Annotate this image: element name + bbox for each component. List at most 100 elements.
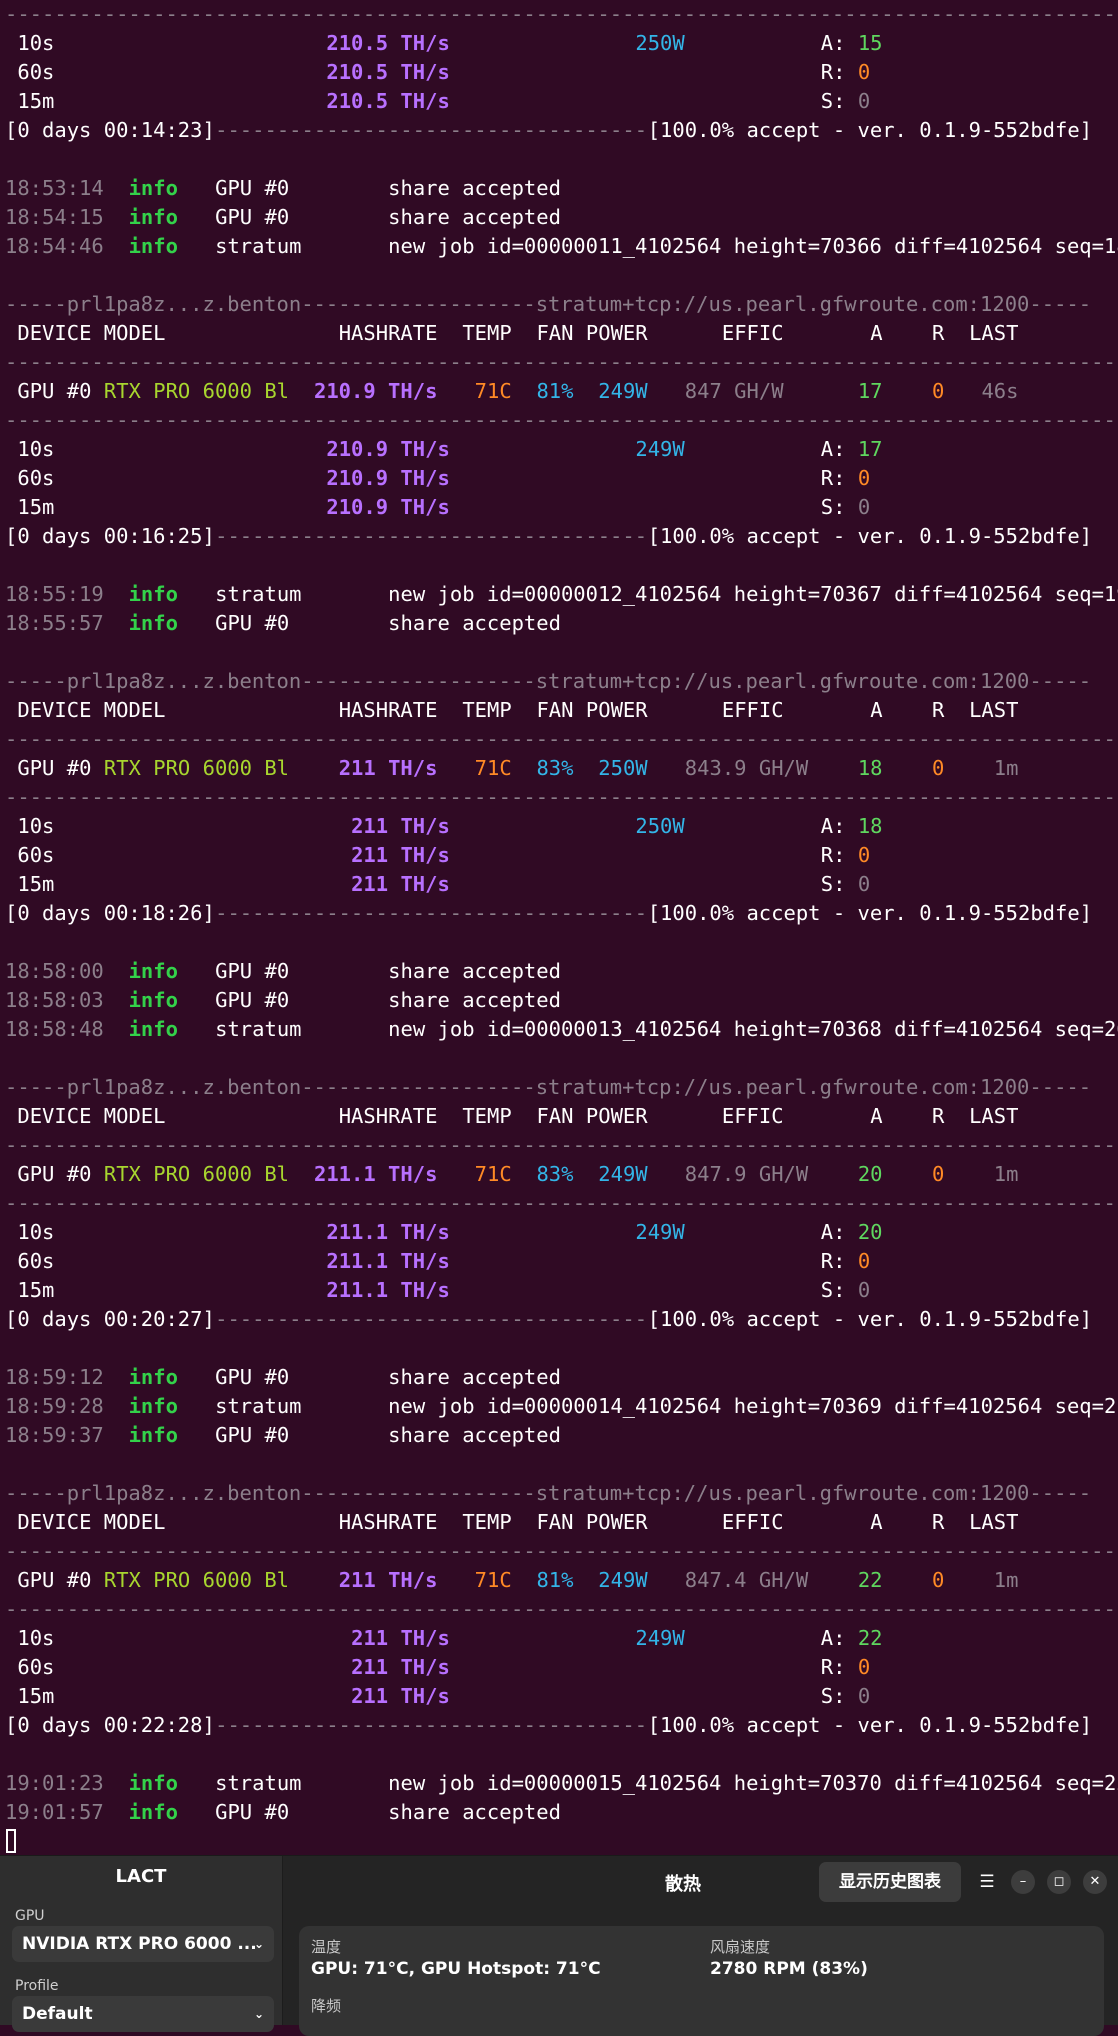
terminal-text-segment: 18:58:00 (5, 959, 104, 983)
terminal-text-segment: 843.9 GH/W (684, 756, 809, 780)
terminal-text-segment: info (128, 234, 178, 258)
profile-select[interactable]: Default ⌄ (12, 1996, 274, 2032)
terminal-text-segment: HASHRATE (338, 321, 438, 345)
terminal-text-segment: 10s (17, 814, 55, 838)
terminal-text-segment: R (932, 1104, 945, 1128)
terminal-text-segment: GPU #0 (215, 988, 290, 1012)
terminal-text-segment: 60s (17, 1249, 55, 1273)
terminal-text-segment: 249W (598, 1568, 648, 1592)
terminal-text-segment: ----------------------------------- (215, 524, 648, 548)
terminal-text-segment: -----prl1pa8z...z.benton----------------… (5, 292, 1092, 316)
terminal-text-segment: ----------------------------------------… (5, 727, 1118, 751)
terminal-text-segment: RTX PRO 6000 Bl (103, 1568, 290, 1592)
terminal-text-segment: new job id=00000013_4102564 height=70368… (388, 1017, 1118, 1041)
terminal-text-segment: EFFIC (721, 698, 784, 722)
terminal-text-segment: 18 (857, 756, 883, 780)
terminal-text-segment: POWER (585, 321, 648, 345)
terminal-text-segment: 18:58:03 (5, 988, 104, 1012)
terminal-text-segment: 0 (857, 872, 871, 896)
terminal-text-segment: GPU #0 (17, 756, 92, 780)
terminal-window[interactable]: ----------------------------------- -----… (0, 0, 1118, 1855)
terminal-text-segment: stratum (215, 1771, 302, 1795)
terminal-text-segment: [100.0% accept - ver. 0.1.9-552bdfe] (647, 901, 1093, 925)
terminal-text-segment: DEVICE MODEL (17, 1510, 166, 1534)
chevron-down-icon: ⌄ (253, 1937, 264, 1951)
terminal-text-segment: 0 (857, 1684, 871, 1708)
terminal-text-segment: 210.9 TH/s (314, 379, 438, 403)
terminal-text-segment: R: (820, 466, 858, 490)
terminal-text-segment: new job id=00000012_4102564 height=70367… (388, 582, 1118, 606)
terminal-text-segment: 250W (635, 31, 685, 55)
terminal-text-segment: 19:01:57 (5, 1800, 104, 1824)
terminal-text-segment: R: (820, 843, 858, 867)
terminal-text-segment: 249W (635, 1220, 685, 1244)
terminal-text-segment: 18:54:46 (5, 234, 104, 258)
terminal-text-segment: 0 (932, 1162, 945, 1186)
terminal-text-segment: 211 TH/s (351, 1626, 450, 1650)
terminal-text-segment: ----------------------------------------… (5, 785, 1118, 809)
terminal-text-segment: 1m (993, 1568, 1019, 1592)
terminal-text-segment: 249W (598, 379, 648, 403)
maximize-icon[interactable]: ◻ (1047, 1870, 1071, 1894)
terminal-text-segment: info (128, 988, 178, 1012)
terminal-text-segment: R (932, 698, 945, 722)
terminal-text-segment: share accepted (388, 959, 561, 983)
terminal-text-segment: 18:59:12 (5, 1365, 104, 1389)
terminal-cursor (6, 1829, 16, 1853)
minimize-icon[interactable]: – (1011, 1870, 1035, 1894)
terminal-text-segment: GPU #0 (17, 379, 92, 403)
terminal-text-segment: info (128, 959, 178, 983)
terminal-text-segment: GPU #0 (215, 1423, 290, 1447)
terminal-text-segment: TEMP (462, 1104, 512, 1128)
page-title: 散热 (665, 1874, 701, 1895)
terminal-text-segment: 210.5 TH/s (326, 89, 450, 113)
hamburger-menu-icon[interactable]: ☰ (973, 1868, 1001, 1896)
terminal-text-segment: GPU #0 (215, 205, 290, 229)
terminal-text-segment: A: (820, 814, 858, 838)
temperature-value: GPU: 71°C, GPU Hotspot: 71°C (311, 1959, 601, 1979)
gpu-label: GPU (15, 1908, 45, 1924)
terminal-text-segment: A (870, 321, 883, 345)
terminal-text-segment: 71C (474, 379, 512, 403)
terminal-text-segment: ----------------------------------- (215, 901, 648, 925)
terminal-text-segment: GPU #0 (17, 1162, 92, 1186)
terminal-text-segment: share accepted (388, 1423, 561, 1447)
terminal-text-segment: 210.9 TH/s (326, 466, 450, 490)
terminal-text-segment: HASHRATE (338, 1104, 438, 1128)
terminal-text-segment: 0 (857, 843, 871, 867)
terminal-text-segment: [0 days 00:14:23] (5, 118, 215, 142)
terminal-text-segment: 20 (857, 1220, 883, 1244)
terminal-text-segment: GPU #0 (215, 1800, 290, 1824)
throttling-label: 降频 (311, 1997, 342, 2015)
fan-speed-value: 2780 RPM (83%) (710, 1959, 868, 1979)
terminal-text-segment: ----------------------------------------… (5, 350, 1118, 374)
terminal-text-segment: 847 GH/W (684, 379, 784, 403)
terminal-text-segment: info (128, 582, 178, 606)
terminal-text-segment: info (128, 1017, 178, 1041)
terminal-text-segment: DEVICE MODEL (17, 321, 166, 345)
terminal-text-segment: 10s (17, 437, 55, 461)
terminal-text-segment: -----prl1pa8z...z.benton----------------… (5, 1075, 1092, 1099)
terminal-text-segment: S: (820, 89, 858, 113)
temperature-label: 温度 (311, 1938, 342, 1956)
terminal-text-segment: RTX PRO 6000 Bl (103, 756, 290, 780)
lact-main: 散热 显示历史图表 ☰ – ◻ ✕ 温度 GPU: 71°C, GPU Hots… (283, 1856, 1118, 2036)
terminal-text-segment: 211 TH/s (338, 1568, 438, 1592)
terminal-text-segment: FAN (536, 1104, 574, 1128)
terminal-text-segment: 211 TH/s (351, 1655, 450, 1679)
terminal-text-segment: A: (820, 1626, 858, 1650)
terminal-text-segment: 15m (17, 495, 55, 519)
terminal-text-segment: ----------------------------------------… (5, 408, 1118, 432)
terminal-text-segment: new job id=00000014_4102564 height=70369… (388, 1394, 1118, 1418)
chevron-down-icon: ⌄ (253, 2007, 264, 2021)
terminal-text-segment: 0 (932, 379, 945, 403)
terminal-text-segment: 211 TH/s (351, 814, 450, 838)
terminal-text-segment: 211.1 TH/s (314, 1162, 438, 1186)
terminal-text-segment: 211.1 TH/s (326, 1278, 450, 1302)
gpu-select[interactable]: NVIDIA RTX PRO 6000 ... ⌄ (12, 1926, 274, 1962)
terminal-text-segment: 17 (857, 437, 883, 461)
close-icon[interactable]: ✕ (1083, 1870, 1107, 1894)
show-history-chart-button[interactable]: 显示历史图表 (819, 1862, 961, 1902)
terminal-text-segment: GPU #0 (215, 176, 290, 200)
terminal-text-segment: 83% (536, 1162, 574, 1186)
